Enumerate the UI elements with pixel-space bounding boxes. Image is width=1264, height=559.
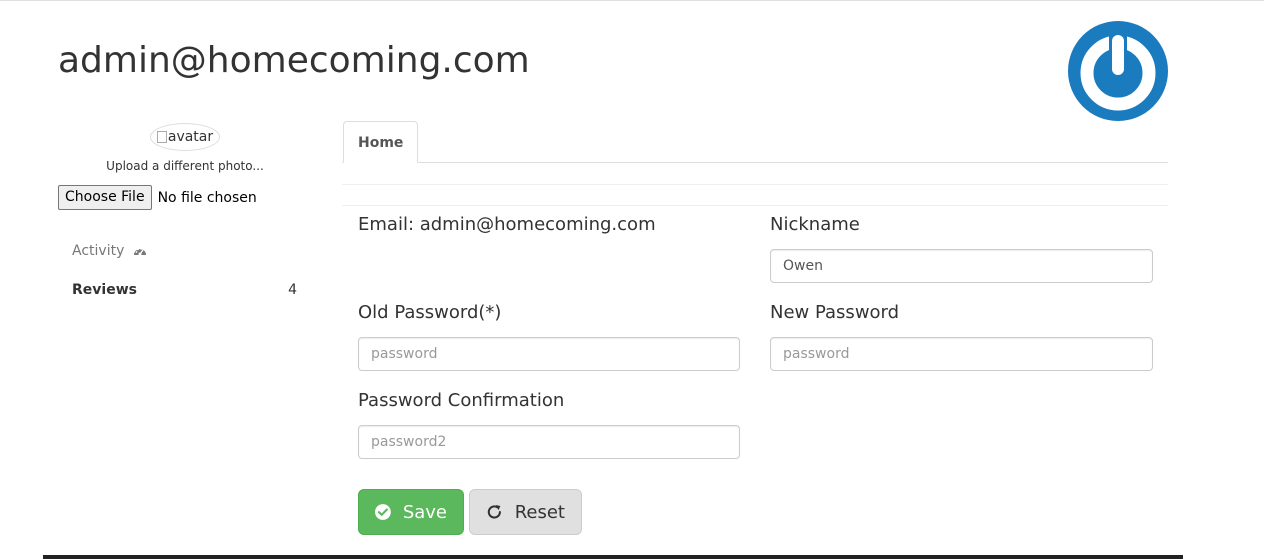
upload-photo-label: Upload a different photo... (106, 159, 264, 173)
sidebar-item-reviews[interactable]: Reviews 4 (58, 270, 312, 309)
nickname-label: Nickname (770, 214, 860, 235)
power-icon[interactable] (1068, 21, 1168, 121)
divider (342, 205, 1168, 206)
tab-bar: Home (342, 121, 1168, 163)
old-password-field[interactable] (358, 337, 740, 371)
page: admin@homecoming.com avatar Upload a dif… (0, 0, 1264, 559)
reviews-count-badge: 4 (288, 281, 297, 298)
new-password-label: New Password (770, 302, 900, 323)
avatar-alt-text: avatar (167, 129, 214, 145)
file-status: No file chosen (157, 189, 257, 206)
sidebar-item-activity[interactable]: Activity (58, 231, 312, 270)
reset-button[interactable]: Reset (469, 489, 582, 535)
choose-file-button[interactable]: Choose File (58, 185, 152, 210)
file-input[interactable]: Choose File No file chosen (58, 185, 257, 210)
sidebar-item-label: Reviews (72, 281, 137, 298)
sidebar-nav: Activity Reviews 4 (58, 231, 312, 309)
refresh-icon (487, 505, 501, 519)
dashboard-icon (133, 247, 146, 255)
new-password-field[interactable] (770, 337, 1153, 371)
sidebar-item-label: Activity (72, 242, 125, 259)
avatar: avatar (150, 123, 220, 151)
nickname-field[interactable] (770, 249, 1153, 283)
password-confirmation-label: Password Confirmation (358, 390, 565, 411)
save-button-label: Save (402, 501, 447, 523)
reset-button-label: Reset (514, 501, 565, 523)
footer-bar (43, 555, 1183, 559)
tab-home[interactable]: Home (343, 121, 419, 163)
broken-image-icon (156, 131, 167, 143)
page-title: admin@homecoming.com (58, 40, 530, 81)
old-password-label: Old Password(*) (358, 302, 502, 323)
check-circle-icon (375, 504, 391, 520)
divider (342, 184, 1168, 185)
save-button[interactable]: Save (358, 489, 464, 535)
email-label: Email: admin@homecoming.com (358, 214, 656, 235)
password-confirmation-field[interactable] (358, 425, 740, 459)
